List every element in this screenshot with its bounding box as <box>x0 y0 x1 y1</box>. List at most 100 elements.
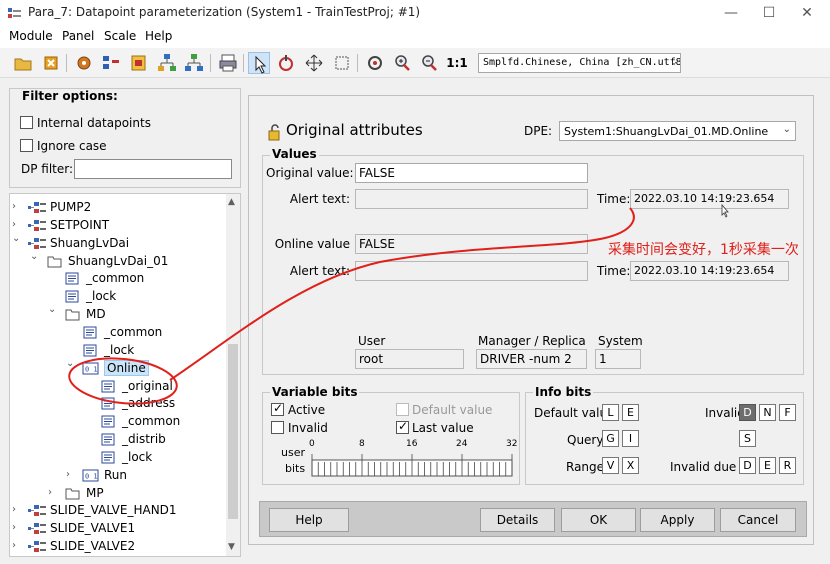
minimize-icon[interactable]: — <box>720 3 742 23</box>
chevron-down-icon[interactable]: ⌄ <box>12 233 22 244</box>
active-label: Active <box>288 403 326 417</box>
active-checkbox[interactable] <box>271 401 284 416</box>
dp-create-icon[interactable] <box>128 52 150 74</box>
refresh-icon[interactable] <box>364 52 386 74</box>
move-icon[interactable] <box>303 52 325 74</box>
details-button[interactable]: Details <box>480 508 555 532</box>
window-title: Para_7: Datapoint parameterization (Syst… <box>28 5 421 19</box>
tree-item[interactable]: _lock <box>10 288 226 306</box>
tree-item[interactable]: ⌄ MD <box>10 304 226 324</box>
tree-item[interactable]: › SLIDE_VALVE1 <box>10 520 226 538</box>
tree-item[interactable]: › PUMP2 <box>10 199 226 217</box>
menu-module[interactable]: Module <box>9 29 53 43</box>
tree-item[interactable]: _distrib <box>10 431 226 449</box>
tree-item[interactable]: › SETPOINT <box>10 217 226 235</box>
menu-help[interactable]: Help <box>145 29 172 43</box>
dp-type-icon[interactable] <box>100 52 122 74</box>
struct-icon <box>28 202 46 213</box>
tree-item[interactable]: ⌄ 0 1 Online <box>10 358 226 378</box>
chevron-right-icon[interactable]: › <box>12 522 22 533</box>
ignore-case-checkbox[interactable] <box>20 139 33 152</box>
chevron-down-icon[interactable]: ⌄ <box>30 251 40 262</box>
tree-item[interactable]: ⌄ ShuangLvDai_01 <box>10 251 226 271</box>
last-value-checkbox[interactable] <box>396 419 409 434</box>
dpe-value: System1:ShuangLvDai_01.MD.Online <box>564 125 769 138</box>
bit-tick-label: 32 <box>506 439 518 449</box>
last-value-label: Last value <box>412 421 474 435</box>
tree-item-label: SLIDE_VALVE2 <box>50 539 136 554</box>
close-icon[interactable]: ✕ <box>796 3 818 23</box>
tree-item[interactable]: _address <box>10 395 226 413</box>
invalid-checkbox[interactable] <box>271 421 284 434</box>
bit-icon: 0 1 <box>82 362 99 375</box>
tree-item-label: Online <box>104 359 149 376</box>
tree-scrollbar[interactable]: ▲ ▼ <box>226 194 240 556</box>
flag-s: S <box>739 430 756 447</box>
close-panel-icon[interactable] <box>40 52 62 74</box>
internal-datapoints-checkbox[interactable] <box>20 116 33 129</box>
tree-structure-icon[interactable] <box>183 52 205 74</box>
dpe-select[interactable]: System1:ShuangLvDai_01.MD.Online ⌄ <box>559 121 796 141</box>
cancel-button[interactable]: Cancel <box>720 508 796 532</box>
invalid-label: Invalid <box>288 421 328 435</box>
flag-d: D <box>739 404 756 421</box>
settings-icon[interactable] <box>73 52 95 74</box>
tree-item[interactable]: ⌄ ShuangLvDai <box>10 233 226 253</box>
tree-item[interactable]: › 0 1 Run <box>10 467 226 485</box>
tree-item[interactable]: › SLIDE_VALVE2 <box>10 538 226 556</box>
tree-item-label: SLIDE_VALVE1 <box>50 521 136 536</box>
toolbar: 1:1 <box>0 48 830 78</box>
scroll-thumb[interactable] <box>228 344 238 519</box>
tree-item-label: PUMP2 <box>50 200 92 214</box>
tree-item[interactable]: _original <box>10 378 226 396</box>
maximize-icon[interactable]: ☐ <box>758 3 780 23</box>
chevron-right-icon[interactable]: › <box>12 504 22 515</box>
zoom-in-icon[interactable] <box>391 52 413 74</box>
rotate-icon[interactable] <box>275 52 297 74</box>
tree-item[interactable]: _common <box>10 270 226 288</box>
chevron-right-icon[interactable]: › <box>12 201 22 212</box>
tree-item[interactable]: _lock <box>10 449 226 467</box>
print-icon[interactable] <box>217 52 239 74</box>
svg-text:0 1: 0 1 <box>85 472 98 480</box>
tree-item[interactable]: _common <box>10 324 226 342</box>
tree-item[interactable]: › MP <box>10 485 226 503</box>
help-button[interactable]: Help <box>269 508 349 532</box>
ok-button[interactable]: OK <box>561 508 636 532</box>
chevron-right-icon[interactable]: › <box>12 219 22 230</box>
tree-item[interactable]: › SLIDE_VALVE_HAND1 <box>10 502 226 520</box>
chevron-right-icon[interactable]: › <box>66 469 76 480</box>
config-icon <box>101 433 115 446</box>
ignore-case-label: Ignore case <box>37 139 107 153</box>
chevron-down-icon[interactable]: ⌄ <box>48 304 58 315</box>
system-field: 1 <box>595 349 641 369</box>
apply-button[interactable]: Apply <box>640 508 715 532</box>
scroll-up-icon[interactable]: ▲ <box>228 197 235 207</box>
svg-text:0 1: 0 1 <box>85 365 98 373</box>
tree-item[interactable]: _lock <box>10 342 226 360</box>
menu-panel[interactable]: Panel <box>62 29 94 43</box>
default-value-checkbox[interactable] <box>396 403 409 416</box>
select-area-icon[interactable] <box>331 52 353 74</box>
pointer-icon[interactable] <box>248 52 270 74</box>
user-bits-ruler[interactable] <box>310 450 516 478</box>
tree-item[interactable]: _common <box>10 413 226 431</box>
zoom-out-icon[interactable] <box>418 52 440 74</box>
annotation-text: 采集时间会变好，1秒采集一次 <box>608 242 799 258</box>
open-folder-icon[interactable] <box>12 52 34 74</box>
original-value-field[interactable]: FALSE <box>355 163 588 183</box>
zoom-reset-button[interactable]: 1:1 <box>446 52 468 74</box>
language-select[interactable]: Smplfd.Chinese, China [zh_CN.utf8] ⌄ <box>478 53 681 73</box>
folder-icon <box>65 488 80 500</box>
range-flags-label: Range <box>566 460 605 474</box>
scroll-down-icon[interactable]: ▼ <box>228 542 235 552</box>
bit-tick-label: 16 <box>406 439 418 449</box>
hierarchy-icon[interactable] <box>156 52 178 74</box>
time-field: 2022.03.10 14:19:23.654 <box>630 189 789 209</box>
chevron-down-icon[interactable]: ⌄ <box>66 358 76 369</box>
dp-filter-input[interactable] <box>74 159 232 179</box>
menu-scale[interactable]: Scale <box>104 29 136 43</box>
app-icon <box>8 8 21 18</box>
chevron-right-icon[interactable]: › <box>12 540 22 551</box>
chevron-right-icon[interactable]: › <box>48 487 58 498</box>
